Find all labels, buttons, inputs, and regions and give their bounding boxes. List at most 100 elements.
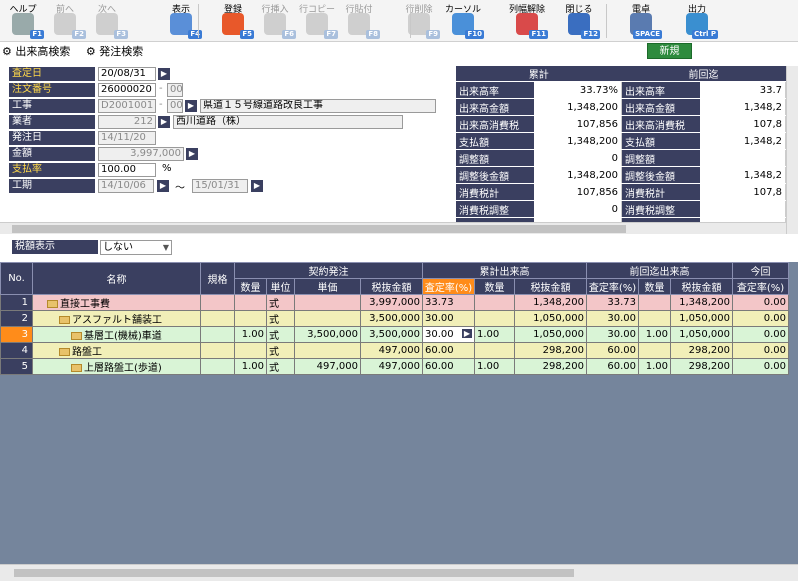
item-name[interactable]: 路盤工 xyxy=(32,342,201,359)
item-spec[interactable] xyxy=(200,326,235,343)
cum-qty[interactable]: 1.00 xyxy=(474,326,515,343)
col-qty[interactable]: 数量 xyxy=(234,278,267,295)
magnifier-button[interactable]: 表示 F4 xyxy=(160,1,202,41)
col-cum-amount[interactable]: 税抜金額 xyxy=(514,278,587,295)
col-unit[interactable]: 単位 xyxy=(266,278,295,295)
item-unit[interactable]: 式 xyxy=(266,342,295,359)
row-paste-button[interactable]: 行貼付 F8 xyxy=(338,1,380,41)
row-insert-button[interactable]: 行挿入 F6 xyxy=(254,1,296,41)
item-qty[interactable] xyxy=(234,294,267,311)
vendor-code-field[interactable]: 212 xyxy=(98,115,156,129)
item-amount[interactable]: 3,500,000 xyxy=(360,326,423,343)
col-spec[interactable]: 規格 xyxy=(200,262,235,295)
item-qty[interactable]: 1.00 xyxy=(234,326,267,343)
item-spec[interactable] xyxy=(200,294,235,311)
row-number[interactable]: 5 xyxy=(0,358,33,375)
col-cur-rate[interactable]: 査定率(%) xyxy=(732,278,789,295)
item-spec[interactable] xyxy=(200,358,235,375)
cum-amount[interactable]: 298,200 xyxy=(514,342,587,359)
item-amount[interactable]: 3,997,000 xyxy=(360,294,423,311)
cum-rate-cell[interactable]: 33.73 xyxy=(422,294,475,311)
item-spec[interactable] xyxy=(200,310,235,327)
column-width-button[interactable]: 列幅解除 F11 xyxy=(506,1,548,41)
cum-amount[interactable]: 1,050,000 xyxy=(514,310,587,327)
period-to-picker-icon[interactable]: ▶ xyxy=(251,180,263,192)
item-qty[interactable]: 1.00 xyxy=(234,358,267,375)
period-from-picker-icon[interactable]: ▶ xyxy=(157,180,169,192)
item-spec[interactable] xyxy=(200,342,235,359)
cum-qty[interactable]: 1.00 xyxy=(474,358,515,375)
item-amount[interactable]: 3,500,000 xyxy=(360,310,423,327)
col-cum-qty[interactable]: 数量 xyxy=(474,278,515,295)
item-name[interactable]: 基層工(機械)車道 xyxy=(32,326,201,343)
item-unit[interactable]: 式 xyxy=(266,326,295,343)
construction-sub-field[interactable]: 00 xyxy=(167,99,183,113)
item-name[interactable]: 直接工事費 xyxy=(32,294,201,311)
help-button[interactable]: ヘルプ F1 xyxy=(2,1,44,41)
right-arrow-button[interactable]: 次へ F3 xyxy=(86,1,128,41)
cum-amount[interactable]: 1,050,000 xyxy=(514,326,587,343)
col-prev-amount[interactable]: 税抜金額 xyxy=(670,278,733,295)
order-no-field[interactable]: 26000020 xyxy=(98,83,156,97)
row-number[interactable]: 4 xyxy=(0,342,33,359)
cell-arrow-icon[interactable]: ▶ xyxy=(461,329,472,338)
production-search-link[interactable]: ⚙ 出来高検索 xyxy=(2,45,76,58)
order-no-sub-field[interactable]: 00 xyxy=(167,83,183,97)
item-name[interactable]: 上層路盤工(歩道) xyxy=(32,358,201,375)
item-price[interactable] xyxy=(294,294,361,311)
row-number[interactable]: 2 xyxy=(0,310,33,327)
item-amount[interactable]: 497,000 xyxy=(360,342,423,359)
new-button[interactable]: 新規 xyxy=(647,43,692,59)
cum-amount[interactable]: 1,348,200 xyxy=(514,294,587,311)
item-price[interactable]: 3,500,000 xyxy=(294,326,361,343)
calculator-button[interactable]: 電卓 SPACE xyxy=(620,1,662,41)
tax-display-select[interactable]: しない ▼ xyxy=(100,240,172,255)
col-name[interactable]: 名称 xyxy=(32,262,201,295)
item-price[interactable]: 497,000 xyxy=(294,358,361,375)
row-number[interactable]: 3 xyxy=(0,326,33,343)
item-price[interactable] xyxy=(294,310,361,327)
item-unit[interactable]: 式 xyxy=(266,294,295,311)
amount-detail-icon[interactable]: ▶ xyxy=(186,148,198,160)
item-price[interactable] xyxy=(294,342,361,359)
scroll-thumb[interactable] xyxy=(14,569,574,577)
item-qty[interactable] xyxy=(234,342,267,359)
cum-rate-cell[interactable]: 60.00 xyxy=(422,342,475,359)
item-amount[interactable]: 497,000 xyxy=(360,358,423,375)
form-horizontal-scrollbar[interactable] xyxy=(0,222,786,234)
col-prev-qty[interactable]: 数量 xyxy=(638,278,671,295)
assess-date-field[interactable]: 20/08/31 xyxy=(98,67,156,81)
item-name[interactable]: アスファルト舗装工 xyxy=(32,310,201,327)
period-from-field[interactable]: 14/10/06 xyxy=(98,179,154,193)
construction-code-field[interactable]: D2001001 xyxy=(98,99,156,113)
ok-button[interactable]: 登録 F5 xyxy=(212,1,254,41)
col-no[interactable]: No. xyxy=(0,262,33,295)
cum-rate-cell[interactable]: 60.00 xyxy=(422,358,475,375)
col-price[interactable]: 単価 xyxy=(294,278,361,295)
order-search-link[interactable]: ⚙ 発注検索 xyxy=(86,45,149,58)
summary-vertical-scrollbar[interactable] xyxy=(786,66,798,234)
vendor-lookup-icon[interactable]: ▶ xyxy=(158,116,170,128)
cum-amount[interactable]: 298,200 xyxy=(514,358,587,375)
cum-qty[interactable] xyxy=(474,310,515,327)
close-door-button[interactable]: 閉じる F12 xyxy=(558,1,600,41)
row-delete-button[interactable]: 行削除 F9 xyxy=(398,1,440,41)
scroll-thumb[interactable] xyxy=(12,225,626,233)
assess-date-picker-icon[interactable]: ▶ xyxy=(158,68,170,80)
cursor-cross-button[interactable]: カーソル F10 xyxy=(442,1,484,41)
table-row[interactable]: 2 アスファルト舗装工式 3,500,000 30.00 1,050,000 30.00 1… xyxy=(0,310,789,327)
table-row[interactable]: 3 基層工(機械)車道 1.00 式 3,500,000 3,500,000 30.00 ▶ 1… xyxy=(0,326,789,343)
row-number[interactable]: 1 xyxy=(0,294,33,311)
item-qty[interactable] xyxy=(234,310,267,327)
printer-button[interactable]: 出力 Ctrl P xyxy=(676,1,718,41)
table-row[interactable]: 4 路盤工式 497,000 60.00 298,200 60.00 298,200 0.00 xyxy=(0,342,789,359)
cum-qty[interactable] xyxy=(474,294,515,311)
item-unit[interactable]: 式 xyxy=(266,310,295,327)
left-arrow-button[interactable]: 前へ F2 xyxy=(44,1,86,41)
construction-lookup-icon[interactable]: ▶ xyxy=(185,100,197,112)
cum-rate-cell[interactable]: 30.00 ▶ xyxy=(422,326,475,343)
table-row[interactable]: 1 直接工事費式 3,997,000 33.73 1,348,200 33.73 1,348… xyxy=(0,294,789,311)
cum-qty[interactable] xyxy=(474,342,515,359)
col-prev-rate[interactable]: 査定率(%) xyxy=(586,278,639,295)
pay-rate-field[interactable]: 100.00 xyxy=(98,163,156,177)
